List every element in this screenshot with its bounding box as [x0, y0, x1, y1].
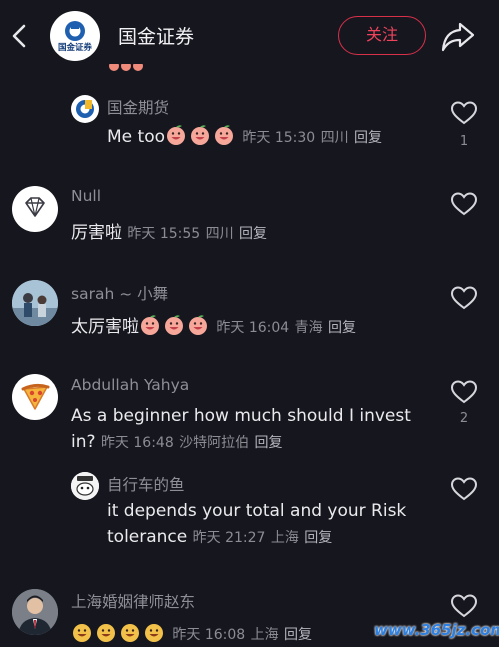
- comment-text-line-2: tolerance 昨天 21:27 上海 回复: [107, 527, 332, 547]
- guojin-logo-icon: [65, 21, 85, 41]
- timestamp: 昨天 15:55: [127, 226, 201, 242]
- follow-button[interactable]: 关注: [338, 16, 426, 55]
- peach-emoji-icon: [191, 125, 209, 145]
- comment-text: 太厉害啦: [71, 317, 139, 337]
- back-arrow-icon[interactable]: [6, 18, 34, 54]
- diamond-icon: [25, 197, 45, 217]
- like-heart-icon[interactable]: [450, 379, 478, 405]
- like-count: 2: [459, 411, 469, 426]
- peach-emoji-icon: [141, 315, 159, 335]
- comment-text: Me too: [107, 127, 165, 147]
- comment-text-line-1: it depends your total and your Risk: [107, 501, 407, 521]
- avatar[interactable]: [71, 472, 99, 500]
- commenter-name[interactable]: 上海婚姻律师赵东: [71, 590, 195, 612]
- commenter-name[interactable]: 国金期货: [107, 96, 169, 118]
- commenter-name[interactable]: Null: [71, 187, 101, 205]
- comment-text-line-2: in? 昨天 16:48 沙特阿拉伯 回复: [71, 432, 283, 452]
- like-heart-icon[interactable]: [450, 285, 478, 311]
- emoji-peek-icon: [109, 64, 143, 71]
- reply-link[interactable]: 回复: [328, 320, 356, 336]
- like-heart-icon[interactable]: [450, 593, 478, 619]
- comment-text: in?: [71, 432, 96, 452]
- commenter-name[interactable]: sarah ~ 小舞: [71, 282, 168, 304]
- comment-text-line: Me too 昨天 15:30 四川 回复: [107, 124, 382, 147]
- emoji-row: [71, 624, 167, 644]
- comment-text-line: 昨天 16:08 上海 回复: [71, 621, 312, 644]
- user-photo-icon: [12, 280, 58, 326]
- timestamp: 昨天 16:08: [172, 627, 246, 643]
- emoji-row: [139, 315, 211, 337]
- pizza-icon: [21, 383, 50, 410]
- emoji-row: [165, 125, 237, 147]
- comment-text-line: 厉害啦 昨天 15:55 四川 回复: [71, 218, 267, 243]
- location: 沙特阿拉伯: [179, 435, 250, 451]
- page-title: 国金证券: [118, 26, 195, 48]
- location: 四川: [205, 226, 234, 242]
- reply-link[interactable]: 回复: [255, 435, 283, 451]
- avatar[interactable]: [12, 589, 58, 635]
- location: 上海: [270, 530, 299, 546]
- like-count: 1: [459, 134, 469, 149]
- location: 青海: [294, 320, 323, 336]
- like-heart-icon[interactable]: [450, 476, 478, 502]
- location: 四川: [320, 130, 349, 146]
- peach-emoji-icon: [215, 125, 233, 145]
- like-heart-icon[interactable]: [450, 191, 478, 217]
- guojin-futures-logo-icon: [72, 96, 98, 122]
- reply-link[interactable]: 回复: [354, 130, 382, 146]
- top-bar: 国金证券 国金证券 关注: [0, 0, 499, 72]
- reply-link[interactable]: 回复: [239, 226, 267, 242]
- comment-text: tolerance: [107, 527, 188, 547]
- avatar[interactable]: [12, 186, 58, 232]
- commenter-name[interactable]: 自行车的鱼: [107, 473, 185, 495]
- reply-link[interactable]: 回复: [284, 627, 312, 643]
- comment-text-line: 太厉害啦 昨天 16:04 青海 回复: [71, 312, 356, 337]
- share-icon[interactable]: [440, 19, 476, 53]
- timestamp: 昨天 15:30: [242, 130, 316, 146]
- like-heart-icon[interactable]: [450, 100, 478, 126]
- watermark: www.365jz.com: [374, 621, 499, 639]
- grin-emoji-icon: [97, 624, 115, 642]
- peach-emoji-icon: [165, 315, 183, 335]
- fish-cartoon-icon: [71, 472, 99, 500]
- comment-text: 厉害啦: [71, 223, 122, 243]
- grin-emoji-icon: [73, 624, 91, 642]
- avatar[interactable]: [12, 280, 58, 326]
- timestamp: 昨天 16:04: [216, 320, 290, 336]
- lawyer-photo-icon: [12, 589, 58, 635]
- logo-text: 国金证券: [57, 43, 92, 53]
- timestamp: 昨天 16:48: [100, 435, 174, 451]
- location: 上海: [250, 627, 279, 643]
- peach-emoji-icon: [189, 315, 207, 335]
- avatar[interactable]: [71, 95, 99, 123]
- commenter-name[interactable]: Abdullah Yahya: [71, 376, 189, 394]
- grin-emoji-icon: [145, 624, 163, 642]
- grin-emoji-icon: [121, 624, 139, 642]
- timestamp: 昨天 21:27: [192, 530, 266, 546]
- account-avatar[interactable]: 国金证券: [50, 11, 100, 61]
- reply-link[interactable]: 回复: [304, 530, 332, 546]
- comment-text-line-1: As a beginner how much should I invest: [71, 406, 411, 426]
- avatar[interactable]: [12, 374, 58, 420]
- peach-emoji-icon: [167, 125, 185, 145]
